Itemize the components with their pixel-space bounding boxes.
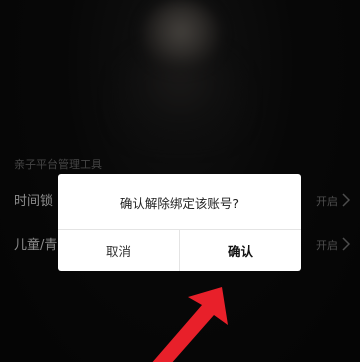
confirm-button[interactable]: 确认 — [180, 230, 301, 271]
screen: 亲子平台管理工具 时间锁 开启 儿童/青 开启 确认解除绑定该账号? 取消 确认 — [0, 0, 360, 362]
confirm-unbind-dialog: 确认解除绑定该账号? 取消 确认 — [58, 174, 301, 271]
red-arrow-icon — [152, 287, 228, 362]
dialog-message: 确认解除绑定该账号? — [119, 196, 240, 211]
cancel-button[interactable]: 取消 — [58, 230, 179, 271]
